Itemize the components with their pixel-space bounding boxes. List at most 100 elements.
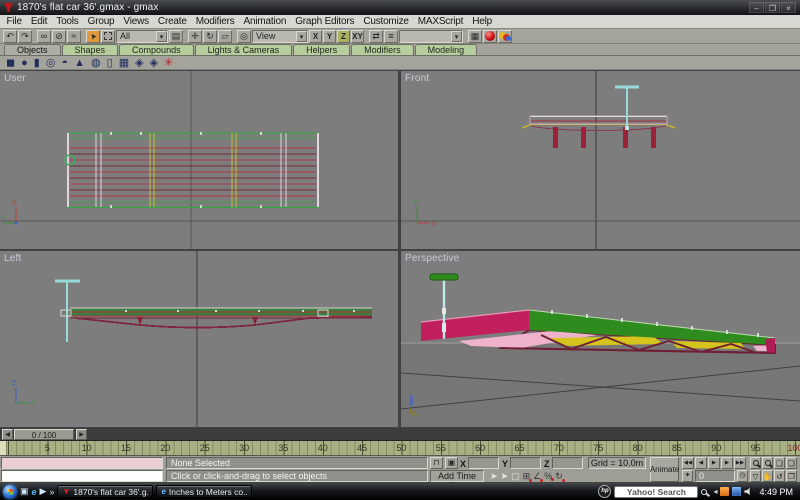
key-mode-toggle[interactable]: ✦ xyxy=(682,470,693,482)
taskbar-item-browser[interactable]: e Inches to Meters co... xyxy=(156,485,253,498)
create-torus-icon[interactable]: ◎ xyxy=(46,57,56,69)
undo-icon[interactable]: ↶ xyxy=(3,29,17,43)
viewport-perspective[interactable]: Perspective xyxy=(401,251,800,427)
internet-explorer-icon[interactable]: e xyxy=(32,487,37,497)
taskbar-item-gmax[interactable]: ▼ 1870's flat car 36'.g... xyxy=(57,485,154,498)
tab-objects[interactable]: Objects xyxy=(4,44,61,55)
zoom-button[interactable] xyxy=(750,457,761,469)
time-slider-forward-icon[interactable]: ▶ xyxy=(76,429,87,440)
select-and-link-icon[interactable]: ∞ xyxy=(37,29,51,43)
menu-item-graph-editors[interactable]: Graph Editors xyxy=(291,16,359,27)
create-space-warp-icon[interactable]: ✳ xyxy=(164,57,173,69)
z-coordinate-field[interactable] xyxy=(552,457,583,469)
create-helper-gizmo-icon[interactable]: ◈ xyxy=(150,57,158,69)
maxscript-mini-listener[interactable] xyxy=(1,470,163,482)
x-coordinate-field[interactable] xyxy=(468,457,499,469)
select-and-move-button[interactable]: ✛ xyxy=(188,29,202,43)
viewport-label-front[interactable]: Front xyxy=(405,73,429,84)
menu-item-animation[interactable]: Animation xyxy=(239,16,291,27)
current-frame-field[interactable]: 0 xyxy=(695,470,735,482)
viewport-user[interactable]: X Y User xyxy=(0,71,398,249)
yahoo-search-input[interactable] xyxy=(614,485,699,498)
angle-snap-icon[interactable]: ∠ xyxy=(533,471,544,482)
named-selection-dropdown[interactable]: ▾ xyxy=(399,29,463,43)
time-slider-track[interactable]: ◀ 0 / 100 ▶ xyxy=(0,428,800,441)
material-editor-button[interactable] xyxy=(483,29,497,43)
select-and-scale-button[interactable]: ▱ xyxy=(218,29,232,43)
restrict-plane-button[interactable]: XY xyxy=(351,29,364,43)
viewport-label-user[interactable]: User xyxy=(4,73,26,84)
create-helper-icon[interactable]: ◈ xyxy=(135,57,143,69)
tab-modifiers[interactable]: Modifiers xyxy=(351,44,414,55)
increment-tool-icon[interactable]: ➤ xyxy=(501,471,509,482)
minimize-button[interactable]: – xyxy=(749,2,764,13)
spinner-snap-icon[interactable]: ↻ xyxy=(555,471,565,482)
restrict-y-button[interactable]: Y xyxy=(323,29,336,43)
percent-snap-icon[interactable]: % xyxy=(544,471,555,481)
previous-frame-button[interactable]: ◀ xyxy=(695,457,707,469)
create-tube-icon[interactable]: ▯ xyxy=(107,57,113,69)
field-of-view-button[interactable]: ▽ xyxy=(750,470,761,482)
tab-shapes[interactable]: Shapes xyxy=(61,44,119,55)
min-max-toggle-button[interactable]: ❐ xyxy=(786,470,797,482)
zoom-extents-button[interactable]: ❑ xyxy=(774,457,785,469)
select-by-name-button[interactable]: ▤ xyxy=(169,29,183,43)
timeline-ruler[interactable]: 5 10 15 20 25 30 35 40 45 50 55 60 65 70 75 80 85 90 95 100 xyxy=(0,441,800,456)
play-button[interactable]: ▶ xyxy=(708,457,720,469)
close-button[interactable]: × xyxy=(781,2,796,13)
maxscript-mini-listener-macro[interactable] xyxy=(1,457,163,469)
tab-lights-cameras[interactable]: Lights & Cameras xyxy=(194,44,293,55)
create-box-icon[interactable]: ◼ xyxy=(6,57,15,69)
go-to-end-button[interactable]: ▶▶ xyxy=(734,457,746,469)
viewport-label-left[interactable]: Left xyxy=(4,253,21,264)
menu-item-customize[interactable]: Customize xyxy=(359,16,413,27)
quick-launch-overflow-icon[interactable]: » xyxy=(49,487,54,497)
zoom-all-button[interactable] xyxy=(762,457,773,469)
tab-modeling[interactable]: Modeling xyxy=(414,44,478,55)
selection-lock-icon[interactable]: ⊓ xyxy=(430,457,443,469)
menu-item-modifiers[interactable]: Modifiers xyxy=(191,16,239,27)
pan-button[interactable]: ✋ xyxy=(762,470,773,482)
restrict-x-button[interactable]: X xyxy=(309,29,322,43)
create-cylinder-icon[interactable]: ▮ xyxy=(34,57,40,69)
mirror-button[interactable]: ⇄ xyxy=(369,29,383,43)
restrict-z-button[interactable]: Z xyxy=(337,29,350,43)
use-center-button[interactable]: ◎ xyxy=(237,29,251,43)
tray-expand-icon[interactable]: ◂ xyxy=(713,487,717,496)
create-teapot-icon[interactable]: ◓ xyxy=(61,57,68,69)
next-frame-button[interactable]: ▶ xyxy=(721,457,733,469)
menu-item-file[interactable]: File xyxy=(2,16,26,27)
tab-compounds[interactable]: Compounds xyxy=(119,44,194,55)
snap-toggle-icon[interactable]: ⊞ xyxy=(523,471,532,482)
menu-item-views[interactable]: Views xyxy=(119,16,154,27)
create-cone-icon[interactable]: ▲ xyxy=(74,57,85,69)
menu-item-help[interactable]: Help xyxy=(468,16,497,27)
menu-item-edit[interactable]: Edit xyxy=(26,16,51,27)
time-slider-back-icon[interactable]: ◀ xyxy=(2,429,13,440)
media-player-icon[interactable]: ▶ xyxy=(40,486,47,497)
go-to-start-button[interactable]: ◀◀ xyxy=(682,457,694,469)
align-button[interactable]: ≡ xyxy=(384,29,398,43)
rectangular-selection-region-button[interactable] xyxy=(101,29,115,43)
create-sphere-icon[interactable]: ● xyxy=(21,57,28,69)
maximize-button[interactable]: ❐ xyxy=(765,2,780,13)
tab-helpers[interactable]: Helpers xyxy=(293,44,351,55)
bind-to-space-warp-icon[interactable]: ≈ xyxy=(67,29,81,43)
create-geosphere-icon[interactable]: ◍ xyxy=(91,57,101,69)
animate-button[interactable]: Animate xyxy=(650,457,679,482)
unlink-selection-icon[interactable]: ⊘ xyxy=(52,29,66,43)
redo-icon[interactable]: ↷ xyxy=(18,29,32,43)
y-coordinate-field[interactable] xyxy=(510,457,541,469)
render-button[interactable] xyxy=(498,29,512,43)
search-icon[interactable] xyxy=(701,488,708,495)
selection-filter-dropdown[interactable]: All ▾ xyxy=(116,29,168,43)
select-object-button[interactable]: ➤ xyxy=(86,29,100,43)
menu-item-tools[interactable]: Tools xyxy=(52,16,83,27)
timeline-frame-marker[interactable] xyxy=(0,441,7,455)
menu-item-group[interactable]: Group xyxy=(83,16,119,27)
select-and-rotate-button[interactable]: ↻ xyxy=(203,29,217,43)
cube-tool-icon[interactable]: ▢ xyxy=(511,471,520,482)
time-slider-handle[interactable]: 0 / 100 xyxy=(14,429,74,440)
zoom-extents-all-button[interactable]: ❏ xyxy=(786,457,797,469)
viewport-front[interactable]: Y X Front xyxy=(401,71,800,249)
